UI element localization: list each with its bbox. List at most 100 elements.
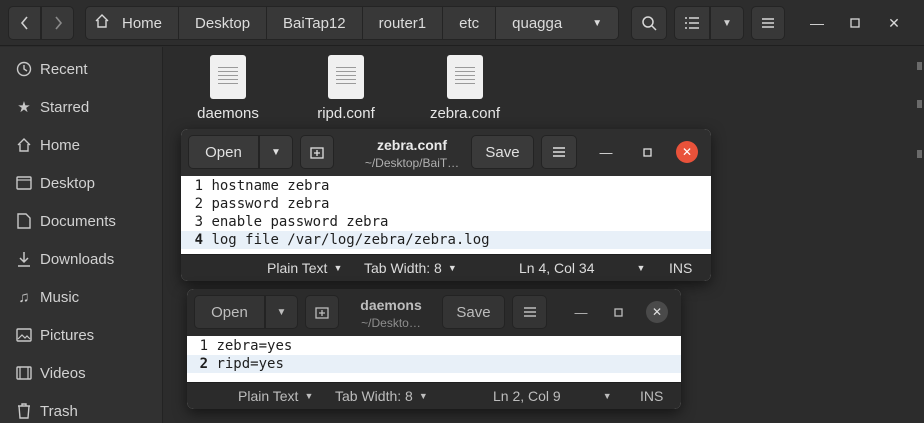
sidebar-item-starred[interactable]: ★ Starred xyxy=(0,88,163,126)
search-button[interactable] xyxy=(631,6,667,40)
close-button[interactable]: ✕ xyxy=(885,14,903,32)
editor-headerbar: Open ▼ daemons ~/Deskto… Save — ✕ xyxy=(187,289,681,336)
sidebar-item-label: Home xyxy=(40,136,81,154)
sidebar-item-downloads[interactable]: Downloads xyxy=(0,240,163,278)
minimize-icon: — xyxy=(810,15,824,31)
download-icon xyxy=(15,251,33,267)
cursor-position-label: Ln 4, Col 34 xyxy=(519,260,595,276)
places-sidebar: Recent ★ Starred Home Desktop Documents … xyxy=(0,47,163,423)
maximize-button[interactable] xyxy=(846,14,864,32)
minimize-icon: — xyxy=(574,304,588,320)
editor-title-block: daemons ~/Deskto… xyxy=(347,297,435,330)
minimize-button[interactable]: — xyxy=(595,141,617,163)
code-line: 1 zebra=yes xyxy=(187,337,681,355)
code-line-current: 2 ripd=yes xyxy=(187,355,681,373)
line-text: ripd=yes xyxy=(216,356,284,372)
file-name: daemons xyxy=(197,105,259,122)
close-icon: ✕ xyxy=(651,305,663,319)
file-item-zebra-conf[interactable]: zebra.conf xyxy=(415,55,515,122)
save-button[interactable]: Save xyxy=(471,135,534,169)
main-menu-button[interactable] xyxy=(751,6,785,40)
open-recent-dropdown[interactable]: ▼ xyxy=(259,135,293,169)
minimize-icon: — xyxy=(599,144,613,160)
editor-statusbar: Plain Text ▼ Tab Width: 8 ▼ Ln 4, Col 34 ▼ … xyxy=(181,254,711,281)
document-path: ~/Deskto… xyxy=(361,316,421,330)
sidebar-item-desktop[interactable]: Desktop xyxy=(0,164,163,202)
open-button[interactable]: Open xyxy=(188,135,259,169)
desktop-folder-icon xyxy=(15,176,33,190)
maximize-icon xyxy=(642,147,652,157)
sidebar-item-music[interactable]: ♫ Music xyxy=(0,278,163,316)
line-text: zebra=yes xyxy=(216,338,293,354)
language-selector[interactable]: Plain Text ▼ xyxy=(238,383,313,409)
text-view[interactable]: 1 zebra=yes 2 ripd=yes xyxy=(187,336,681,382)
text-view[interactable]: 1 hostname zebra 2 password zebra 3 enab… xyxy=(181,176,711,254)
breadcrumb-home[interactable]: Home xyxy=(86,7,180,39)
tab-width-selector[interactable]: Tab Width: 8 ▼ xyxy=(335,383,428,409)
line-text: hostname zebra xyxy=(211,178,330,194)
chevron-down-icon: ▼ xyxy=(592,17,603,29)
chevron-left-icon xyxy=(20,16,28,30)
chevron-down-icon: ▼ xyxy=(418,391,428,401)
open-recent-dropdown[interactable]: ▼ xyxy=(265,295,298,329)
breadcrumb-desktop[interactable]: Desktop xyxy=(179,7,268,39)
breadcrumb-label: BaiTap12 xyxy=(283,14,346,32)
close-icon: ✕ xyxy=(888,14,900,31)
home-icon xyxy=(15,137,33,153)
save-button[interactable]: Save xyxy=(442,295,505,329)
editor-menu-button[interactable] xyxy=(512,295,547,329)
trash-icon xyxy=(15,403,33,419)
chevron-down-icon: ▼ xyxy=(304,391,314,401)
back-button[interactable] xyxy=(8,6,41,40)
sidebar-item-home[interactable]: Home xyxy=(0,126,163,164)
line-number: 3 xyxy=(194,214,203,230)
document-title: zebra.conf xyxy=(376,137,447,153)
close-button[interactable]: ✕ xyxy=(646,301,668,323)
breadcrumb-baitap12[interactable]: BaiTap12 xyxy=(267,7,363,39)
tab-width-label: Tab Width: 8 xyxy=(364,260,442,276)
minimize-button[interactable]: — xyxy=(808,14,826,32)
breadcrumb-router1[interactable]: router1 xyxy=(362,7,444,39)
sidebar-item-label: Starred xyxy=(40,98,90,116)
hamburger-menu-icon xyxy=(553,147,565,157)
star-icon: ★ xyxy=(17,99,31,116)
new-tab-button[interactable] xyxy=(300,135,334,169)
sidebar-item-documents[interactable]: Documents xyxy=(0,202,163,240)
language-label: Plain Text xyxy=(238,388,299,404)
maximize-icon xyxy=(613,307,623,317)
view-options-dropdown[interactable]: ▼ xyxy=(710,6,744,40)
text-editor-zebra-conf: Open ▼ zebra.conf ~/Desktop/BaiT… Save —… xyxy=(181,129,711,281)
sidebar-item-label: Trash xyxy=(40,402,78,420)
chevron-down-icon: ▼ xyxy=(447,263,457,273)
language-selector[interactable]: Plain Text ▼ xyxy=(267,255,342,281)
chevron-down-icon: ▼ xyxy=(271,146,281,158)
line-text: log file /var/log/zebra/zebra.log xyxy=(211,232,490,248)
forward-button[interactable] xyxy=(41,6,74,40)
cursor-position-selector[interactable]: Ln 4, Col 34 ▼ xyxy=(519,255,645,281)
minimize-button[interactable]: — xyxy=(570,301,592,323)
file-item-daemons[interactable]: daemons xyxy=(178,55,278,122)
text-editor-daemons: Open ▼ daemons ~/Deskto… Save — ✕ 1 zebr… xyxy=(187,289,681,409)
window-edge-mark xyxy=(917,150,922,158)
chevron-down-icon: ▼ xyxy=(636,263,646,273)
sidebar-item-trash[interactable]: Trash xyxy=(0,392,163,423)
cursor-position-selector[interactable]: Ln 2, Col 9 ▼ xyxy=(493,383,612,409)
close-button[interactable]: ✕ xyxy=(676,141,698,163)
sidebar-item-recent[interactable]: Recent xyxy=(0,50,163,88)
breadcrumb-quagga[interactable]: quagga ▼ xyxy=(496,7,619,39)
open-button[interactable]: Open xyxy=(194,295,265,329)
line-number: 2 xyxy=(199,356,208,372)
tab-width-selector[interactable]: Tab Width: 8 ▼ xyxy=(364,255,457,281)
document-title: daemons xyxy=(360,297,422,313)
maximize-button[interactable] xyxy=(636,141,658,163)
sidebar-item-videos[interactable]: Videos xyxy=(0,354,163,392)
window-edge-mark xyxy=(917,62,922,70)
new-tab-button[interactable] xyxy=(305,295,339,329)
sidebar-item-pictures[interactable]: Pictures xyxy=(0,316,163,354)
view-list-button[interactable] xyxy=(674,6,710,40)
file-item-ripd-conf[interactable]: ripd.conf xyxy=(296,55,396,122)
breadcrumb-etc[interactable]: etc xyxy=(443,7,497,39)
list-view-icon xyxy=(685,17,699,29)
editor-menu-button[interactable] xyxy=(541,135,577,169)
maximize-button[interactable] xyxy=(607,301,629,323)
